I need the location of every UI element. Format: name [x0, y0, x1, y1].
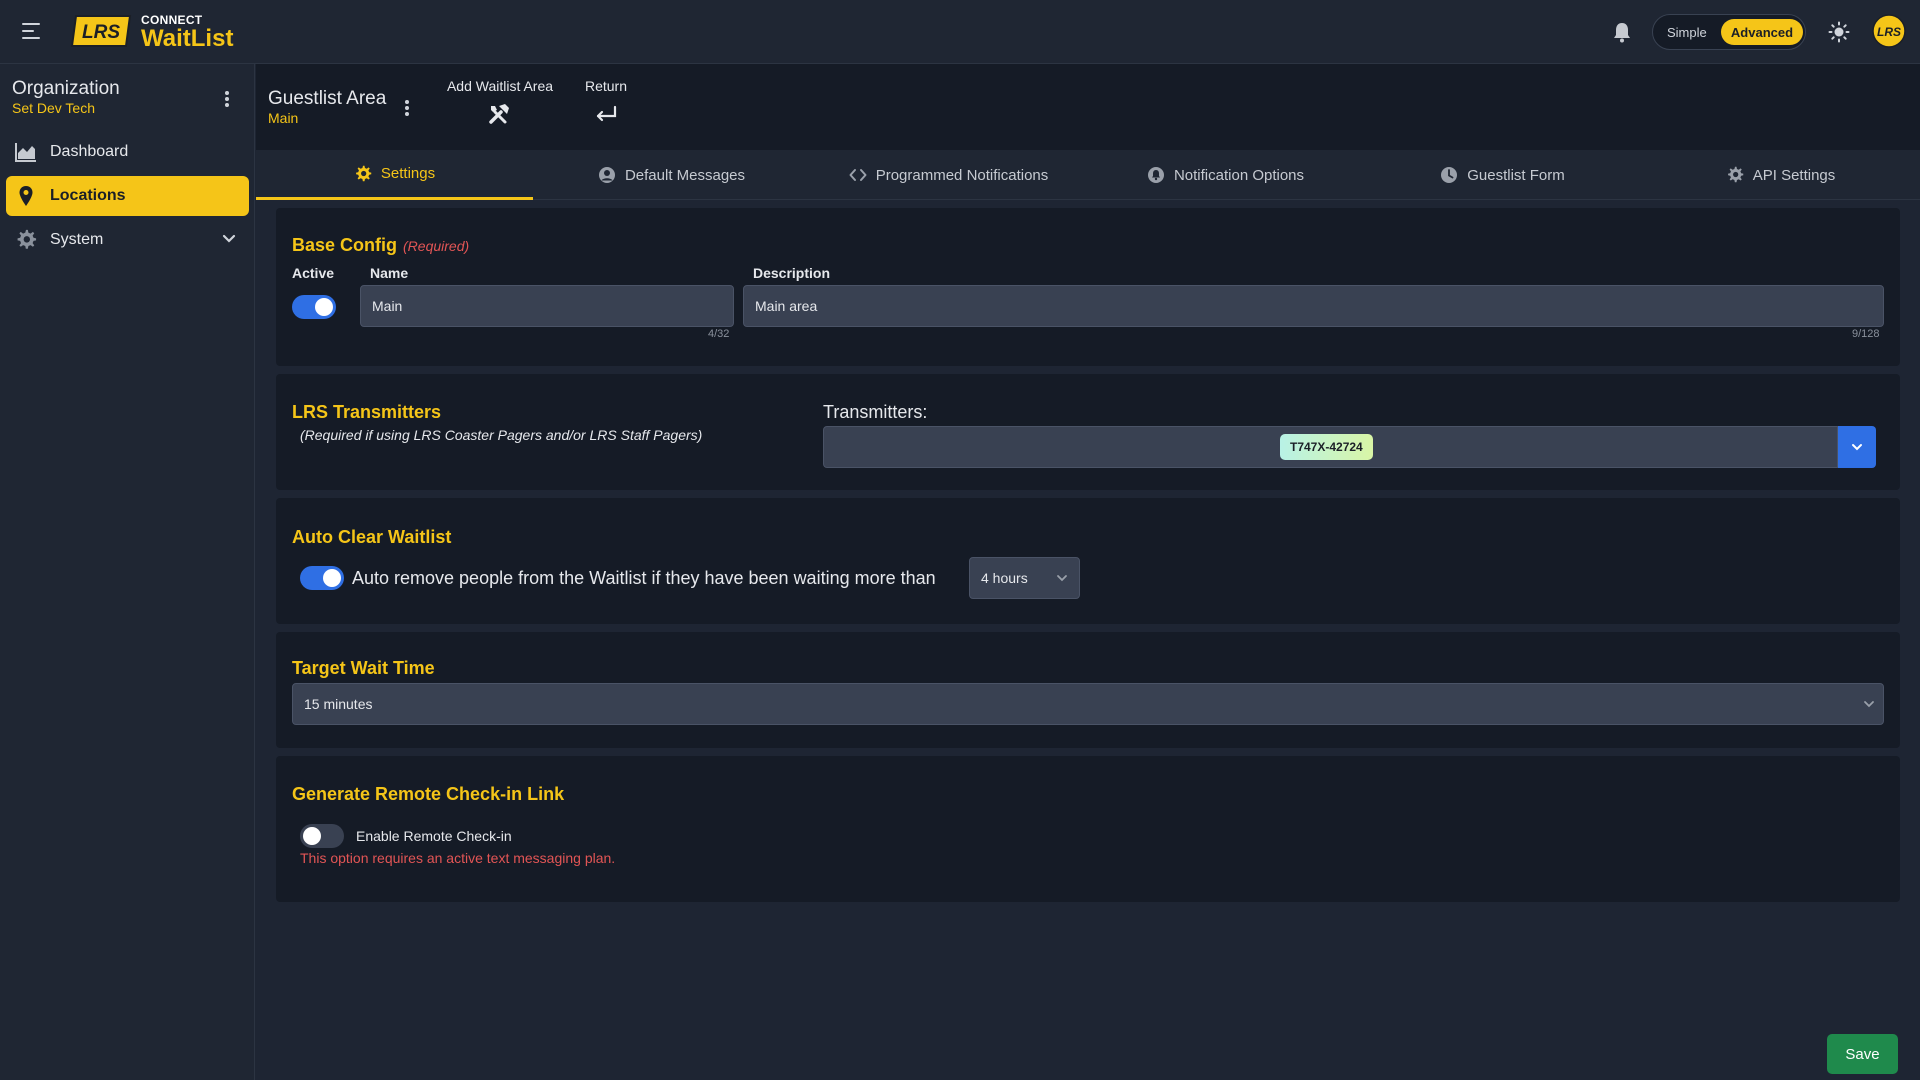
sidebar-item-system[interactable]: System: [6, 220, 249, 260]
page-menu-icon[interactable]: [404, 100, 410, 118]
transmitters-title: LRS Transmitters: [292, 402, 442, 422]
target-wait-title: Target Wait Time: [292, 658, 435, 678]
top-bar: LRS CONNECT WaitList Simple Advanced LRS: [0, 0, 1920, 64]
active-label: Active: [292, 265, 335, 281]
org-name: Set Dev Tech: [12, 100, 96, 116]
description-counter: 9/128: [1852, 328, 1880, 340]
gear-icon: [17, 229, 37, 249]
tab-label: Notification Options: [1173, 166, 1305, 184]
transmitters-dropdown-button[interactable]: [1838, 426, 1876, 468]
map-pin-icon: [19, 186, 33, 206]
chevron-down-icon[interactable]: [222, 234, 236, 244]
chevron-down-icon: [1057, 575, 1067, 582]
remote-checkin-title: Generate Remote Check-in Link: [292, 784, 565, 804]
user-avatar[interactable]: LRS: [1872, 14, 1906, 48]
user-circle-icon: [598, 167, 615, 183]
target-wait-value: 15 minutes: [304, 696, 373, 712]
remote-checkin-card: Generate Remote Check-in Link Enable Rem…: [276, 756, 1900, 902]
mode-simple-option[interactable]: Simple: [1667, 25, 1707, 40]
bell-icon[interactable]: [1612, 21, 1632, 43]
tab-guestlist-form[interactable]: Guestlist Form: [1364, 150, 1641, 200]
brand-name: WaitList: [141, 25, 234, 52]
page-header: Guestlist Area Main Add Waitlist Area Re…: [256, 64, 1920, 150]
auto-clear-title: Auto Clear Waitlist: [292, 527, 452, 547]
base-config-title: Base Config (Required): [292, 235, 469, 256]
org-title: Organization: [12, 78, 120, 99]
sidebar: Organization Set Dev Tech Dashboard Loca…: [0, 64, 255, 1080]
sun-icon[interactable]: [1828, 21, 1850, 43]
base-config-title-text: Base Config: [292, 235, 398, 255]
chevron-down-icon: [1864, 701, 1874, 708]
code-icon: [849, 169, 867, 181]
gear-icon: [1727, 166, 1743, 183]
add-waitlist-area-button[interactable]: Add Waitlist Area: [442, 78, 558, 131]
remote-checkin-label: Enable Remote Check-in: [356, 828, 512, 844]
bell-circle-icon: [1147, 167, 1164, 183]
tab-label: Programmed Notifications: [875, 166, 1049, 184]
gear-icon: [355, 165, 372, 181]
auto-clear-text: Auto remove people from the Waitlist if …: [352, 568, 936, 588]
tab-bar: Settings Default Messages Programmed Not…: [256, 150, 1920, 200]
mode-advanced-option[interactable]: Advanced: [1721, 19, 1803, 45]
mode-toggle[interactable]: Simple Advanced: [1652, 14, 1806, 50]
transmitters-note: (Required if using LRS Coaster Pagers an…: [300, 427, 703, 443]
transmitter-chip[interactable]: T747X-42724: [1280, 434, 1373, 460]
page-title: Guestlist Area: [268, 88, 387, 109]
base-config-card: Base Config (Required) Active Name 4/32 D…: [276, 208, 1900, 366]
save-button[interactable]: Save: [1827, 1034, 1898, 1074]
name-input[interactable]: [360, 285, 734, 327]
active-toggle[interactable]: [292, 295, 336, 319]
tab-label: Settings: [380, 165, 436, 182]
description-input[interactable]: [743, 285, 1884, 327]
add-waitlist-area-label: Add Waitlist Area: [446, 78, 554, 94]
chart-area-icon: [15, 143, 36, 162]
return-button[interactable]: Return: [576, 78, 636, 131]
return-arrow-icon: [596, 105, 617, 122]
tab-default-messages[interactable]: Default Messages: [533, 150, 810, 200]
tab-api-settings[interactable]: API Settings: [1641, 150, 1920, 200]
tab-settings[interactable]: Settings: [256, 150, 533, 200]
sidebar-item-locations[interactable]: Locations: [6, 176, 249, 216]
name-counter: 4/32: [708, 328, 730, 340]
remote-checkin-warning: This option requires an active text mess…: [300, 850, 616, 866]
chevron-down-icon: [1852, 444, 1862, 451]
tab-programmed-notifications[interactable]: Programmed Notifications: [810, 150, 1087, 200]
org-menu-icon[interactable]: [224, 91, 230, 109]
clock-icon: [1441, 167, 1458, 183]
tab-label: API Settings: [1752, 166, 1836, 184]
auto-clear-duration-select[interactable]: 4 hours: [969, 557, 1080, 599]
sidebar-item-dashboard[interactable]: Dashboard: [6, 132, 249, 172]
tab-label: Default Messages: [624, 166, 746, 184]
svg-text:LRS: LRS: [1877, 25, 1901, 39]
lrs-logo: LRS: [70, 15, 132, 47]
remote-checkin-toggle[interactable]: [300, 824, 344, 848]
required-note: (Required): [403, 238, 470, 254]
page-subtitle: Main: [268, 110, 299, 126]
target-wait-select[interactable]: 15 minutes: [292, 683, 1884, 725]
tools-icon: [489, 104, 509, 124]
menu-toggle-icon[interactable]: [22, 22, 42, 40]
transmitters-label: Transmitters:: [823, 402, 928, 422]
sidebar-item-label: Dashboard: [50, 143, 129, 160]
auto-clear-toggle[interactable]: [300, 566, 344, 590]
transmitters-card: LRS Transmitters (Required if using LRS …: [276, 374, 1900, 490]
auto-clear-duration-value: 4 hours: [981, 570, 1028, 586]
svg-text:LRS: LRS: [82, 22, 120, 43]
return-label: Return: [584, 78, 628, 94]
target-wait-card: Target Wait Time 15 minutes: [276, 632, 1900, 748]
tab-label: Guestlist Form: [1467, 166, 1565, 184]
auto-clear-card: Auto Clear Waitlist Auto remove people f…: [276, 498, 1900, 624]
tab-notification-options[interactable]: Notification Options: [1087, 150, 1364, 200]
description-label: Description: [753, 265, 831, 281]
sidebar-item-label: System: [50, 231, 104, 248]
sidebar-item-label: Locations: [50, 187, 126, 204]
name-label: Name: [370, 265, 409, 281]
